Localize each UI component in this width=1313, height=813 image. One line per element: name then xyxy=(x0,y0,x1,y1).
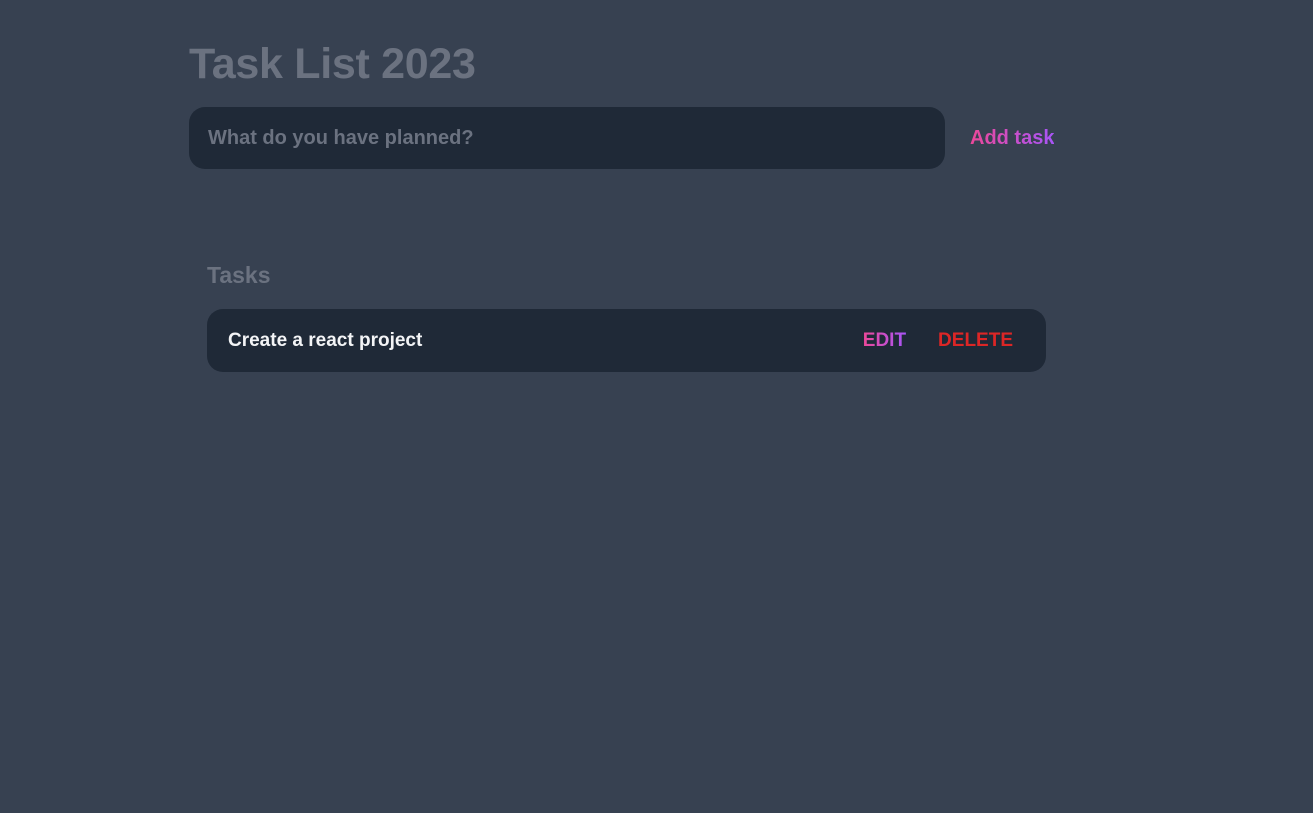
tasks-heading: Tasks xyxy=(207,262,271,288)
task-list: Create a react project EDIT DELETE xyxy=(207,309,1047,372)
task-list-app: Task List 2023 Add task Tasks Create a r… xyxy=(0,0,1313,813)
task-actions: EDIT DELETE xyxy=(863,309,1013,372)
new-task-form: Add task xyxy=(189,107,1089,169)
add-task-button[interactable]: Add task xyxy=(970,107,1054,169)
task-text: Create a react project xyxy=(228,330,423,351)
edit-task-button[interactable]: EDIT xyxy=(863,330,906,352)
tasks-section: Tasks Create a react project EDIT DELETE xyxy=(207,258,1047,372)
task-item: Create a react project EDIT DELETE xyxy=(207,309,1046,372)
delete-task-button[interactable]: DELETE xyxy=(938,330,1013,352)
new-task-input[interactable] xyxy=(189,107,945,169)
page-title: Task List 2023 xyxy=(189,40,476,88)
